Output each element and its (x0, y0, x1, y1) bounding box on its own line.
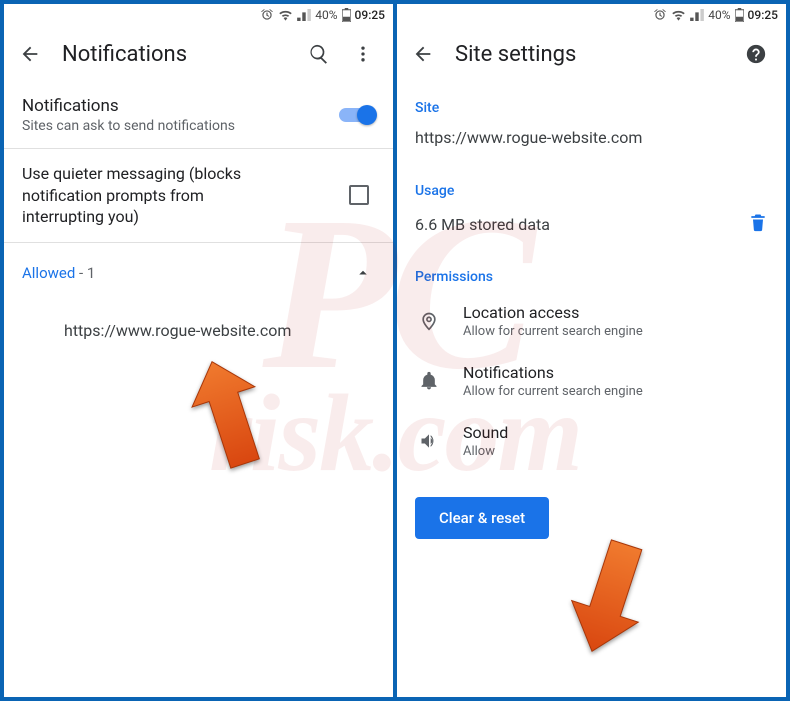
usage-text: 6.6 MB stored data (415, 215, 748, 234)
clock-time: 09:25 (748, 8, 778, 22)
battery-percent: 40% (315, 8, 337, 22)
permission-location-title: Location access (463, 303, 643, 322)
allowed-count-sep: - (75, 264, 87, 282)
more-button[interactable] (341, 32, 385, 76)
site-url: https://www.rogue-website.com (397, 122, 786, 165)
quieter-messaging-label: Use quieter messaging (blocks notificati… (22, 163, 282, 228)
notifications-toggle[interactable] (339, 105, 375, 125)
allowed-label: Allowed (22, 264, 75, 282)
permission-location-row[interactable]: Location access Allow for current search… (397, 291, 786, 351)
wifi-icon (278, 9, 293, 21)
notifications-row-subtitle: Sites can ask to send notifications (22, 118, 339, 134)
phone-notifications: 40% 09:25 Notifications No (4, 4, 393, 697)
annotation-arrow-icon (559, 534, 659, 664)
notifications-row-title: Notifications (22, 96, 339, 116)
arrow-left-icon (412, 43, 434, 65)
back-button[interactable] (8, 32, 52, 76)
permission-notifications-title: Notifications (463, 363, 643, 382)
search-button[interactable] (297, 32, 341, 76)
battery-percent: 40% (708, 8, 730, 22)
search-icon (308, 43, 330, 65)
battery-icon (735, 8, 744, 22)
page-title: Site settings (445, 42, 734, 67)
toolbar: Site settings (397, 26, 786, 82)
trash-icon (748, 211, 768, 233)
allowed-site-row[interactable]: https://www.rogue-website.com (4, 293, 393, 350)
signal-icon (690, 9, 704, 21)
volume-icon (415, 431, 443, 451)
delete-storage-button[interactable] (748, 211, 768, 237)
permission-sound-title: Sound (463, 423, 508, 442)
battery-icon (342, 8, 351, 22)
help-button[interactable] (734, 32, 778, 76)
page-title: Notifications (52, 42, 297, 67)
wifi-icon (671, 9, 686, 21)
clock-time: 09:25 (355, 8, 385, 22)
status-bar: 40% 09:25 (4, 4, 393, 26)
permission-notifications-sub: Allow for current search engine (463, 384, 643, 399)
back-button[interactable] (401, 32, 445, 76)
quieter-messaging-checkbox[interactable] (349, 185, 369, 205)
collapse-button[interactable] (351, 261, 375, 285)
more-vert-icon (353, 44, 373, 64)
clear-reset-button[interactable]: Clear & reset (415, 497, 549, 539)
location-icon (415, 309, 443, 333)
signal-icon (297, 9, 311, 21)
allowed-count: 1 (87, 264, 95, 282)
chevron-up-icon (354, 264, 372, 282)
usage-section-title: Usage (397, 165, 786, 205)
toolbar: Notifications (4, 26, 393, 82)
alarm-icon (653, 8, 667, 22)
help-icon (745, 43, 767, 65)
bell-icon (415, 370, 443, 392)
annotation-arrow-icon (184, 354, 274, 474)
quieter-messaging-row[interactable]: Use quieter messaging (blocks notificati… (4, 149, 393, 242)
arrow-left-icon (19, 43, 41, 65)
permission-notifications-row[interactable]: Notifications Allow for current search e… (397, 351, 786, 411)
alarm-icon (260, 8, 274, 22)
status-bar: 40% 09:25 (397, 4, 786, 26)
permission-sound-sub: Allow (463, 444, 508, 459)
allowed-section-header[interactable]: Allowed - 1 (4, 243, 393, 293)
site-section-title: Site (397, 82, 786, 122)
usage-row: 6.6 MB stored data (397, 205, 786, 251)
notifications-toggle-row[interactable]: Notifications Sites can ask to send noti… (4, 82, 393, 148)
permission-location-sub: Allow for current search engine (463, 324, 643, 339)
permissions-section-title: Permissions (397, 251, 786, 291)
permission-sound-row[interactable]: Sound Allow (397, 411, 786, 471)
